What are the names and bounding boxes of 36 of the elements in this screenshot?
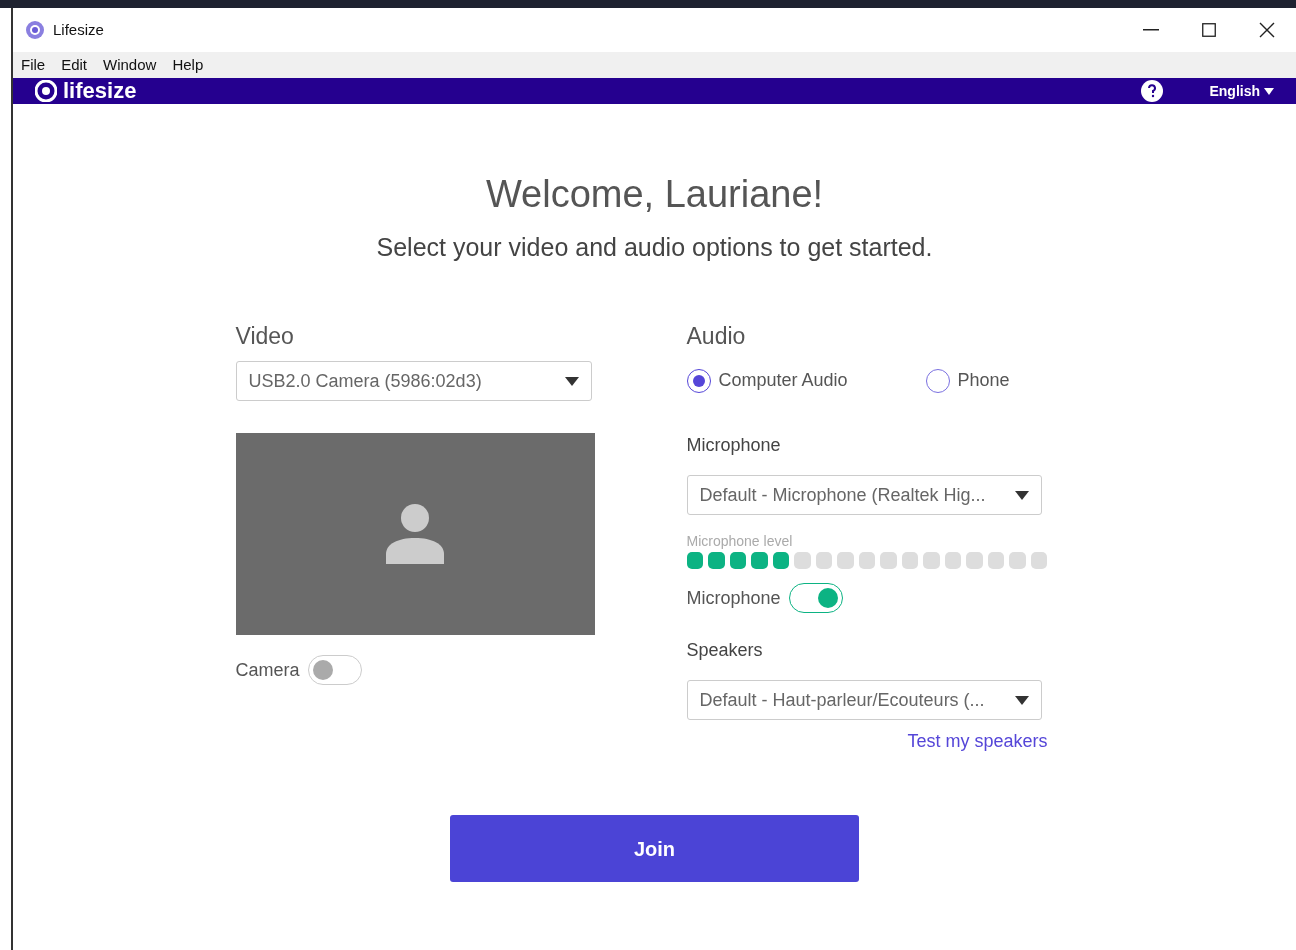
window-title: Lifesize — [53, 19, 104, 40]
logo-text: lifesize — [63, 80, 137, 102]
field-label: Microphone — [686, 434, 782, 457]
logo-icon — [35, 80, 57, 102]
minimize-icon — [1143, 29, 1159, 31]
person-icon — [386, 504, 444, 564]
join-button[interactable]: Join — [450, 815, 859, 882]
subheading: Select your video and audio options to get started. — [376, 232, 933, 263]
caret-icon — [1014, 695, 1029, 705]
app-logo-icon — [25, 20, 45, 40]
menu-item[interactable]: Help — [172, 53, 204, 77]
toggle-label: Microphone — [686, 586, 781, 610]
caret-icon — [1014, 490, 1029, 500]
level-label: Microphone level — [686, 532, 794, 551]
welcome-heading: Welcome, Lauriane! — [485, 172, 824, 217]
speakers-select[interactable]: Default - Haut-parleur/Ecouteurs (... — [686, 680, 1042, 720]
microphone-toggle[interactable] — [788, 583, 843, 613]
help-icon[interactable] — [1141, 80, 1164, 102]
section-title: Audio — [686, 321, 747, 351]
camera-toggle[interactable] — [307, 655, 362, 685]
caret-icon — [1264, 87, 1274, 95]
radio-option[interactable]: Computer Audio — [686, 367, 848, 394]
menu-item[interactable]: Window — [103, 53, 157, 77]
caret-icon — [564, 376, 579, 386]
section-title: Video — [235, 321, 295, 351]
menu-item[interactable]: File — [21, 53, 46, 77]
camera-select[interactable]: USB2.0 Camera (5986:02d3) — [235, 361, 592, 401]
toggle-label: Camera — [235, 658, 300, 682]
microphone-select[interactable]: Default - Microphone (Realtek Hig... — [686, 475, 1042, 515]
close-icon — [1259, 22, 1275, 38]
field-label: Speakers — [686, 639, 764, 662]
language-dropdown[interactable]: English — [1203, 79, 1280, 103]
test-speakers-link[interactable]: Test my speakers — [907, 728, 1048, 755]
maximize-icon — [1202, 23, 1216, 37]
menu-item[interactable]: Edit — [61, 53, 88, 77]
radio-option[interactable]: Phone — [925, 367, 1010, 394]
